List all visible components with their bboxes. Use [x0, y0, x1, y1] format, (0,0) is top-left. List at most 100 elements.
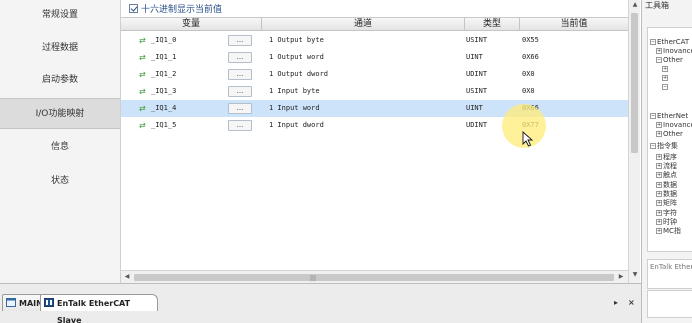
expand-icon[interactable]: +	[656, 163, 662, 169]
toolbox-tree-node[interactable]: + 数据	[656, 190, 677, 199]
column-header-type[interactable]: 类型	[465, 18, 520, 31]
variable-browse-button[interactable]: ...	[228, 69, 252, 80]
table-row[interactable]: ⇄ _IQ1_2... 1 Output dword UDINT 0X0	[121, 66, 628, 83]
variable-cell[interactable]: _IQ1_0	[151, 32, 176, 49]
tab-entalk-ethercat-slave[interactable]: EnTalk EtherCAT Slave	[40, 294, 158, 323]
toolbox-tree-label: 字符	[663, 209, 677, 217]
expand-icon[interactable]: +	[656, 191, 662, 197]
toolbox-tree-node[interactable]: + 时钟	[656, 218, 677, 227]
tab-list-arrow-icon[interactable]: ▸	[614, 298, 618, 307]
horizontal-scroll-thumb[interactable]: |||	[134, 274, 614, 282]
table-row[interactable]: ⇄_IQ1_5...1 Input dwordUDINT0X77	[121, 117, 628, 134]
toolbox-tree-node[interactable]: − Other	[656, 56, 683, 65]
nav-item-1[interactable]: 过程数据	[0, 33, 120, 64]
collapse-icon[interactable]: −	[650, 39, 656, 45]
toolbox-tree-label: 时钟	[663, 218, 677, 226]
expand-icon[interactable]: +	[656, 200, 662, 206]
toolbox-tree-node[interactable]: +	[662, 65, 669, 74]
scroll-right-arrow-icon[interactable]: ▶	[615, 271, 627, 283]
expand-icon[interactable]: +	[656, 122, 662, 128]
toolbox-tree-node[interactable]: +	[662, 74, 669, 83]
table-row[interactable]: ⇄_IQ1_4...1 Input wordUINT0X66	[121, 100, 628, 117]
toolbox-tree-node[interactable]: + Inovance	[656, 47, 692, 56]
variable-browse-button[interactable]: ...	[228, 103, 252, 114]
collapse-icon[interactable]: −	[650, 113, 656, 119]
expand-icon[interactable]: +	[656, 172, 662, 178]
variable-cell[interactable]: _IQ1_4	[151, 100, 176, 117]
column-header-current-value[interactable]: 当前值	[520, 18, 628, 31]
nav-item-2[interactable]: 启动参数	[0, 65, 120, 96]
toolbox-tree-node[interactable]: + 数据	[656, 181, 677, 190]
toolbox-tree-label: 触点	[663, 171, 677, 179]
toolbox-tree-node[interactable]: + 触点	[656, 171, 677, 180]
toolbox-tree-node[interactable]: + 矩阵	[656, 199, 677, 208]
close-tab-icon[interactable]: ×	[628, 298, 635, 307]
variable-browse-button[interactable]: ...	[228, 86, 252, 97]
type-cell: UINT	[466, 53, 483, 61]
toolbox-tree-node[interactable]: + 字符	[656, 209, 677, 218]
variable-mapping-icon: ⇄	[139, 121, 146, 130]
expand-icon[interactable]: +	[656, 210, 662, 216]
toolbox-tree: − EtherCAT + Inovance − Other + + − − EtherNet + Ino…	[647, 27, 692, 252]
table-row[interactable]: ⇄ _IQ1_3... 1 Input byte USINT 0X0	[121, 83, 628, 100]
checkbox-check-icon[interactable]	[129, 3, 138, 13]
expand-icon[interactable]: +	[662, 66, 668, 72]
expand-icon[interactable]: +	[656, 228, 662, 234]
toolbox-tree-label: Inovance	[663, 121, 692, 129]
toolbox-tree-node[interactable]: + 程序	[656, 153, 677, 162]
scroll-down-arrow-icon[interactable]: ▼	[629, 270, 641, 280]
variable-browse-button[interactable]: ...	[228, 35, 252, 46]
expand-icon[interactable]: +	[656, 154, 662, 160]
toolbox-tree-node[interactable]: + MC指	[656, 227, 681, 236]
collapse-icon[interactable]: −	[662, 84, 668, 90]
nav-item-3[interactable]: I/O功能映射	[0, 98, 120, 129]
expand-icon[interactable]: +	[656, 219, 662, 225]
variable-browse-button[interactable]: ...	[228, 120, 252, 131]
io-mapping-panel: 十六进制显示当前值 变量 通道 类型 当前值 ⇄ _IQ1_0... 1 Outpu…	[121, 0, 628, 270]
channel-cell: 1 Input word	[269, 104, 320, 112]
column-header-channel[interactable]: 通道	[262, 18, 465, 31]
scroll-left-arrow-icon[interactable]: ◀	[121, 271, 133, 283]
variable-cell[interactable]: _IQ1_1	[151, 49, 176, 66]
nav-item-5[interactable]: 状态	[0, 166, 120, 197]
vertical-scrollbar[interactable]: ▲ ▼	[628, 0, 640, 283]
table-row[interactable]: ⇄ _IQ1_0... 1 Output byte USINT 0X55	[121, 32, 628, 49]
toolbox-tree-node[interactable]: + Other	[656, 130, 683, 139]
variable-cell[interactable]: _IQ1_3	[151, 83, 176, 100]
variable-cell[interactable]: _IQ1_2	[151, 66, 176, 83]
column-header-variable[interactable]: 变量	[121, 18, 262, 31]
collapse-icon[interactable]: −	[650, 143, 656, 149]
toolbox-tree-label: 程序	[663, 153, 677, 161]
variable-cell[interactable]: _IQ1_5	[151, 117, 176, 134]
expand-icon[interactable]: +	[656, 131, 662, 137]
hex-display-checkbox[interactable]: 十六进制显示当前值	[129, 2, 223, 15]
variable-browse-button[interactable]: ...	[228, 52, 252, 63]
toolbox-tree-node[interactable]: − 指令集	[650, 142, 678, 151]
collapse-icon[interactable]: −	[656, 57, 662, 63]
variable-mapping-icon: ⇄	[139, 70, 146, 79]
toolbox-tree-node[interactable]: + Inovance	[656, 121, 692, 130]
scroll-up-arrow-icon[interactable]: ▲	[629, 0, 641, 10]
toolbox-tree-label: MC指	[663, 227, 681, 235]
toolbox-tree-label: Inovance	[663, 47, 692, 55]
expand-icon[interactable]: +	[656, 48, 662, 54]
toolbox-tree-node[interactable]: −	[662, 83, 669, 92]
toolbox-tree-label: 矩阵	[663, 199, 677, 207]
type-cell: USINT	[466, 87, 488, 95]
toolbox-tree-node[interactable]: − EtherNet	[650, 112, 688, 121]
variable-mapping-icon: ⇄	[139, 104, 146, 113]
nav-item-0[interactable]: 常规设置	[0, 0, 120, 31]
mapping-table: 变量 通道 类型 当前值 ⇄ _IQ1_0... 1 Output byte USIN…	[121, 17, 628, 270]
toolbox-tree-node[interactable]: + 流程	[656, 162, 677, 171]
nav-item-4[interactable]: 信息	[0, 132, 120, 163]
horizontal-scrollbar[interactable]: ◀ ||| ▶	[121, 270, 628, 283]
toolbox-panel: 工具箱 − EtherCAT + Inovance − Other + + − − EtherNet…	[641, 0, 692, 323]
toolbox-tree-label: 指令集	[657, 142, 678, 150]
expand-icon[interactable]: +	[662, 75, 668, 81]
hex-display-label: 十六进制显示当前值	[141, 4, 223, 15]
vertical-scroll-thumb[interactable]	[631, 13, 638, 153]
toolbox-tree-node[interactable]: − EtherCAT	[650, 38, 689, 47]
variable-mapping-icon: ⇄	[139, 53, 146, 62]
expand-icon[interactable]: +	[656, 182, 662, 188]
table-row[interactable]: ⇄ _IQ1_1... 1 Output word UINT 0X66	[121, 49, 628, 66]
